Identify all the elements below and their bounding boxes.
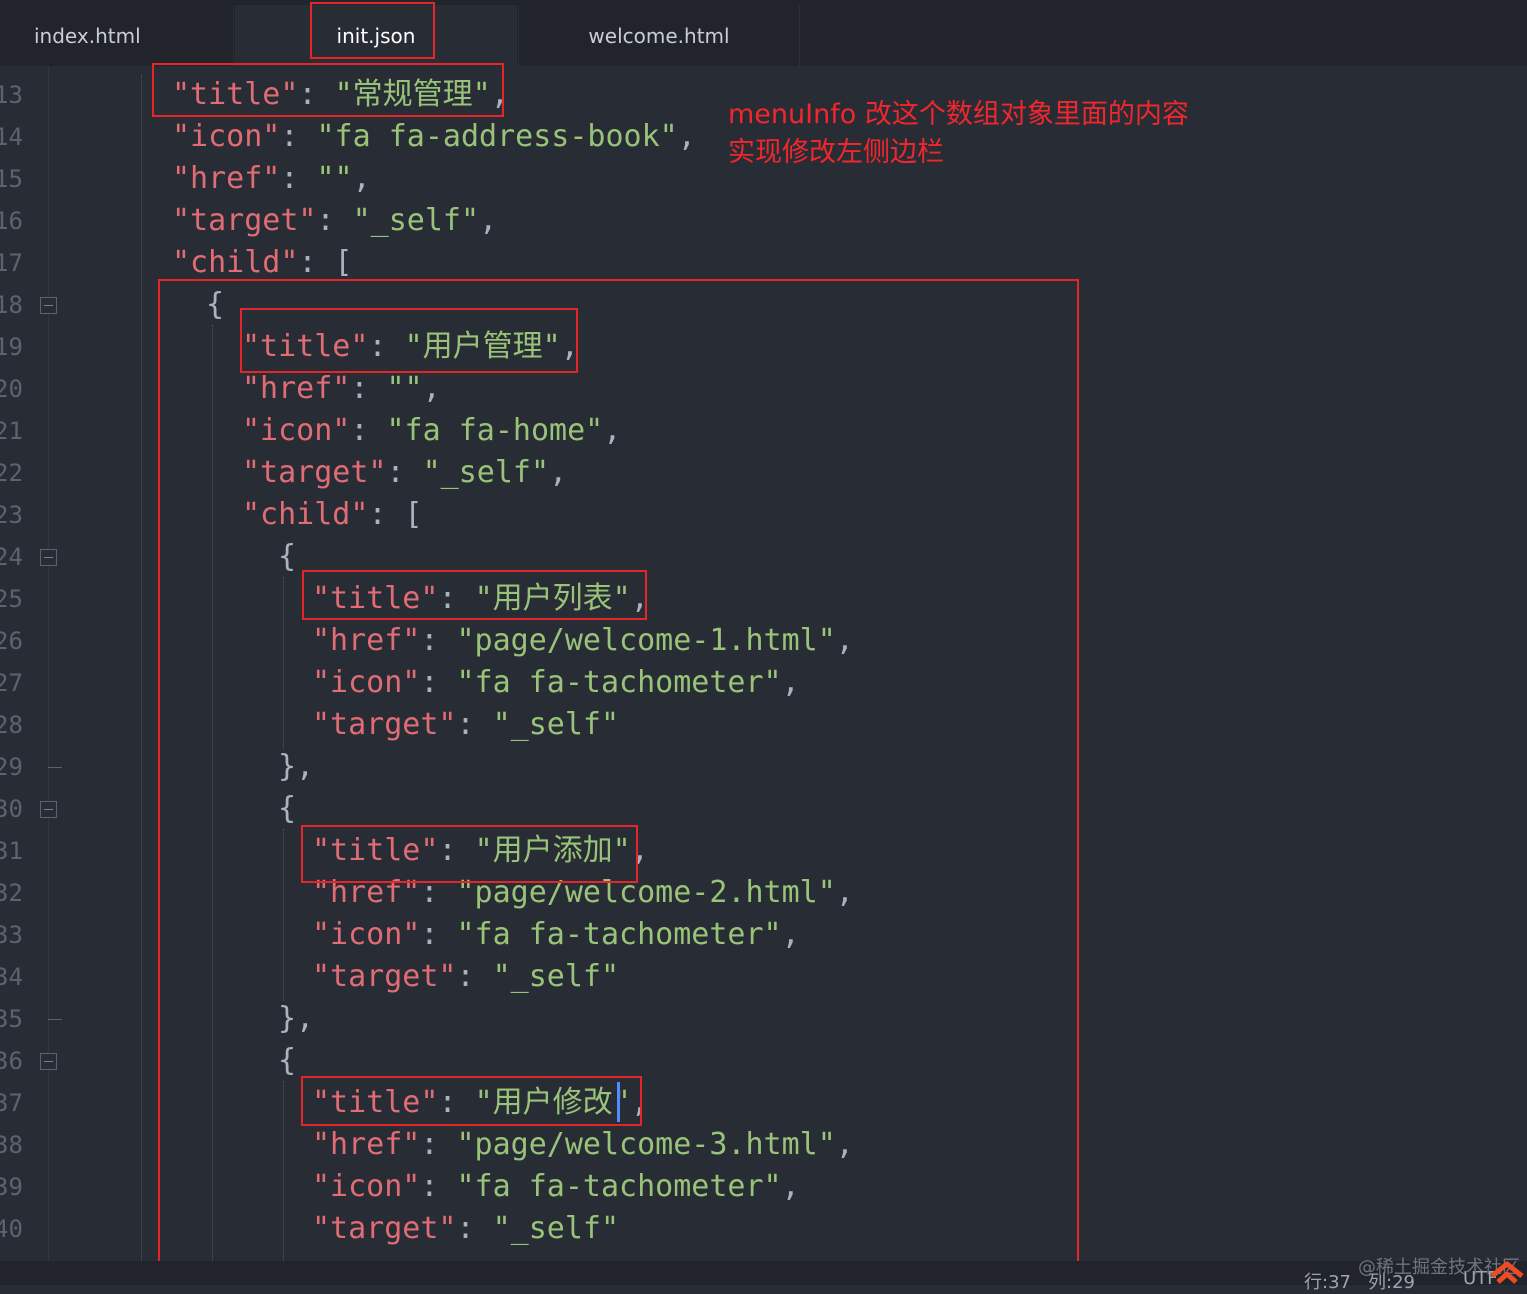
json-punctuation: , <box>352 161 371 196</box>
line-number: 25 <box>0 585 23 613</box>
highlight-title-root <box>152 63 504 117</box>
line-number: 27 <box>0 669 23 697</box>
code-line: "href": "", <box>172 158 1272 200</box>
line-number: 35 <box>0 1005 23 1033</box>
json-key: "icon" <box>172 119 281 154</box>
fold-toggle-icon[interactable] <box>40 549 57 566</box>
tab-label: index.html <box>34 23 141 48</box>
json-punctuation: : <box>280 119 317 154</box>
json-punctuation: : <box>280 161 317 196</box>
line-number: 34 <box>0 963 23 991</box>
line-number: 26 <box>0 627 23 655</box>
line-number: 29 <box>0 753 23 781</box>
json-key: "child" <box>172 245 299 280</box>
tab-label: welcome.html <box>588 23 730 48</box>
tab-welcome-html[interactable]: welcome.html <box>518 5 800 66</box>
highlight-title-user-add <box>301 825 638 883</box>
fold-end-marker <box>48 767 62 768</box>
line-number: 16 <box>0 207 23 235</box>
line-number: 33 <box>0 921 23 949</box>
json-key: "target" <box>172 203 317 238</box>
line-number: 30 <box>0 795 23 823</box>
fold-end-marker <box>48 1019 62 1020</box>
code-line: "target": "_self", <box>172 200 1272 242</box>
line-number: 40 <box>0 1215 23 1243</box>
line-number: 32 <box>0 879 23 907</box>
status-bar <box>0 1261 1527 1285</box>
line-number: 28 <box>0 711 23 739</box>
json-punctuation: : <box>316 203 353 238</box>
line-number: 20 <box>0 375 23 403</box>
fold-toggle-icon[interactable] <box>40 297 57 314</box>
status-line: 行:37 <box>1304 1272 1351 1293</box>
fold-toggle-icon[interactable] <box>40 1053 57 1070</box>
line-number: 15 <box>0 165 23 193</box>
line-number: 22 <box>0 459 23 487</box>
json-punctuation: , <box>677 119 696 154</box>
annotation-line-2: 实现修改左侧边栏 <box>728 137 944 168</box>
json-punctuation: , <box>479 203 498 238</box>
line-number: 37 <box>0 1089 23 1117</box>
json-string: "fa fa-address-book" <box>316 119 678 154</box>
highlight-active-tab <box>310 2 435 59</box>
indent-guide <box>141 75 143 1265</box>
line-number: 13 <box>0 81 23 109</box>
fold-gutter-line <box>48 66 49 1261</box>
line-number: 23 <box>0 501 23 529</box>
line-number: 24 <box>0 543 23 571</box>
annotation-line-1: menuInfo 改这个数组对象里面的内容 <box>728 99 1189 130</box>
line-number: 18 <box>0 291 23 319</box>
line-number: 31 <box>0 837 23 865</box>
line-number: 36 <box>0 1047 23 1075</box>
line-number: 19 <box>0 333 23 361</box>
line-number: 17 <box>0 249 23 277</box>
json-string: "_self" <box>352 203 480 238</box>
json-string: "" <box>316 161 353 196</box>
fold-toggle-icon[interactable] <box>40 801 57 818</box>
highlight-title-user-manage <box>240 308 578 373</box>
line-number: 21 <box>0 417 23 445</box>
juejin-logo-icon <box>1490 1261 1524 1284</box>
line-number: 38 <box>0 1131 23 1159</box>
highlight-title-user-list <box>302 570 647 620</box>
highlight-child-block <box>158 279 1079 1285</box>
json-key: "href" <box>172 161 281 196</box>
line-number: 14 <box>0 123 23 151</box>
highlight-title-user-edit <box>301 1076 642 1126</box>
tab-index-html[interactable]: index.html <box>0 5 234 66</box>
line-number: 39 <box>0 1173 23 1201</box>
json-punctuation: : [ <box>298 245 353 280</box>
code-line: "child": [ <box>172 242 1272 284</box>
tab-bar: index.html init.json welcome.html <box>0 0 1527 66</box>
